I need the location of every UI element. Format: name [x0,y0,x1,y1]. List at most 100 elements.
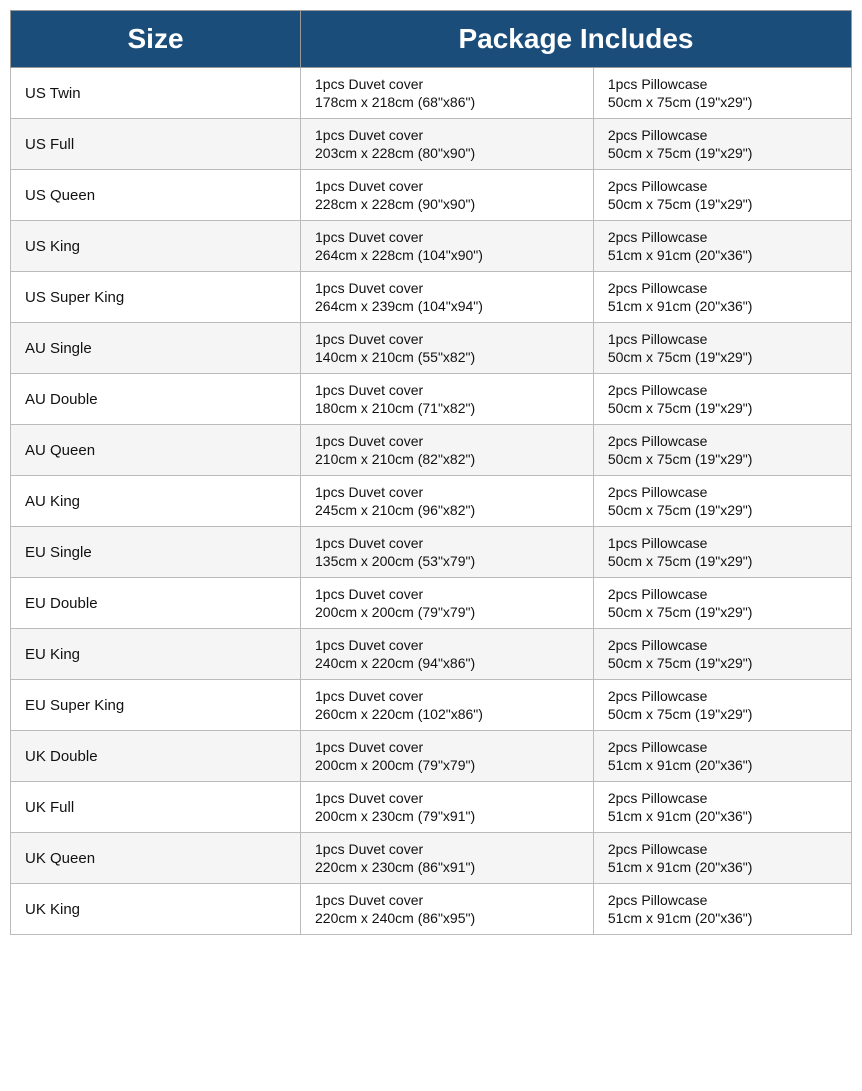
duvet-cell: 1pcs Duvet cover 260cm x 220cm (102"x86") [301,680,594,731]
pillow-size: 50cm x 75cm (19"x29") [608,502,837,518]
size-cell: AU Single [11,323,301,374]
duvet-cell: 1pcs Duvet cover 220cm x 240cm (86"x95") [301,884,594,935]
duvet-label: 1pcs Duvet cover [315,637,579,653]
duvet-cell: 1pcs Duvet cover 200cm x 200cm (79"x79") [301,731,594,782]
pillow-cell: 2pcs Pillowcase 50cm x 75cm (19"x29") [593,119,851,170]
duvet-size: 140cm x 210cm (55"x82") [315,349,579,365]
pillow-label: 2pcs Pillowcase [608,127,837,143]
duvet-size: 220cm x 230cm (86"x91") [315,859,579,875]
pillow-label: 2pcs Pillowcase [608,586,837,602]
duvet-label: 1pcs Duvet cover [315,892,579,908]
pillow-cell: 2pcs Pillowcase51cm x 91cm (20"x36") [593,833,851,884]
duvet-label: 1pcs Duvet cover [315,127,579,143]
duvet-label: 1pcs Duvet cover [315,841,579,857]
pillow-size: 51cm x 91cm (20"x36") [608,859,837,875]
duvet-size: 228cm x 228cm (90"x90") [315,196,579,212]
pillow-label: 1pcs Pillowcase [608,535,837,551]
duvet-size: 240cm x 220cm (94"x86") [315,655,579,671]
duvet-label: 1pcs Duvet cover [315,484,579,500]
pillow-size: 50cm x 75cm (19"x29") [608,706,837,722]
duvet-size: 220cm x 240cm (86"x95") [315,910,579,926]
size-cell: US Full [11,119,301,170]
pillow-label: 2pcs Pillowcase [608,637,837,653]
pillow-size: 51cm x 91cm (20"x36") [608,757,837,773]
duvet-size: 245cm x 210cm (96"x82") [315,502,579,518]
duvet-cell: 1pcs Duvet cover140cm x 210cm (55"x82") [301,323,594,374]
size-cell: EU King [11,629,301,680]
header-size: Size [11,11,301,68]
pillow-size: 50cm x 75cm (19"x29") [608,94,837,110]
duvet-cell: 1pcs Duvet cover 245cm x 210cm (96"x82") [301,476,594,527]
table-container: Size Package Includes US Twin1pcs Duvet … [10,10,852,935]
duvet-label: 1pcs Duvet cover [315,229,579,245]
duvet-label: 1pcs Duvet cover [315,739,579,755]
pillow-cell: 2pcs Pillowcase 51cm x 91cm (20"x36") [593,272,851,323]
duvet-size: 264cm x 228cm (104"x90") [315,247,579,263]
pillow-size: 51cm x 91cm (20"x36") [608,298,837,314]
pillow-cell: 2pcs Pillowcase 50cm x 75cm (19"x29") [593,680,851,731]
size-cell: AU Double [11,374,301,425]
table-row: US Twin1pcs Duvet cover178cm x 218cm (68… [11,68,852,119]
pillow-label: 1pcs Pillowcase [608,331,837,347]
size-cell: EU Super King [11,680,301,731]
duvet-label: 1pcs Duvet cover [315,178,579,194]
pillow-size: 51cm x 91cm (20"x36") [608,808,837,824]
table-row: EU Double1pcs Duvet cover200cm x 200cm (… [11,578,852,629]
duvet-size: 260cm x 220cm (102"x86") [315,706,579,722]
table-row: UK King 1pcs Duvet cover 220cm x 240cm (86… [11,884,852,935]
pillow-cell: 1pcs Pillowcase 50cm x 75cm (19"x29") [593,527,851,578]
table-row: EU King 1pcs Duvet cover 240cm x 220cm (94… [11,629,852,680]
duvet-label: 1pcs Duvet cover [315,790,579,806]
pillow-label: 2pcs Pillowcase [608,382,837,398]
duvet-cell: 1pcs Duvet cover200cm x 200cm (79"x79") [301,578,594,629]
header-package: Package Includes [301,11,852,68]
table-row: US Full 1pcs Duvet cover 203cm x 228cm (80… [11,119,852,170]
pillow-label: 2pcs Pillowcase [608,229,837,245]
duvet-size: 200cm x 200cm (79"x79") [315,757,579,773]
table-row: AU Queen1pcs Duvet cover210cm x 210cm (8… [11,425,852,476]
pillow-size: 50cm x 75cm (19"x29") [608,451,837,467]
duvet-cell: 1pcs Duvet cover 264cm x 228cm (104"x90") [301,221,594,272]
duvet-cell: 1pcs Duvet cover264cm x 239cm (104"x94") [301,272,594,323]
size-cell: UK King [11,884,301,935]
duvet-label: 1pcs Duvet cover [315,586,579,602]
pillow-size: 50cm x 75cm (19"x29") [608,655,837,671]
duvet-size: 180cm x 210cm (71"x82") [315,400,579,416]
pillow-label: 2pcs Pillowcase [608,280,837,296]
size-cell: EU Single [11,527,301,578]
duvet-cell: 1pcs Duvet cover 228cm x 228cm (90"x90") [301,170,594,221]
pillow-cell: 2pcs Pillowcase50cm x 75cm (19"x29") [593,476,851,527]
pillow-size: 50cm x 75cm (19"x29") [608,400,837,416]
pillow-cell: 2pcs Pillowcase51cm x 91cm (20"x36") [593,731,851,782]
pillow-cell: 2pcs Pillowcase50cm x 75cm (19"x29") [593,170,851,221]
pillow-cell: 1pcs Pillowcase 50cm x 75cm (19"x29") [593,68,851,119]
pillow-label: 2pcs Pillowcase [608,790,837,806]
pillow-cell: 2pcs Pillowcase51cm x 91cm (20"x36") [593,884,851,935]
header-row: Size Package Includes [11,11,852,68]
size-cell: UK Queen [11,833,301,884]
table-row: UK Queen 1pcs Duvet cover 220cm x 230cm (8… [11,833,852,884]
table-row: AU Double1pcs Duvet cover180cm x 210cm (… [11,374,852,425]
duvet-size: 200cm x 230cm (79"x91") [315,808,579,824]
duvet-size: 203cm x 228cm (80"x90") [315,145,579,161]
duvet-label: 1pcs Duvet cover [315,280,579,296]
pillow-size: 51cm x 91cm (20"x36") [608,247,837,263]
duvet-label: 1pcs Duvet cover [315,688,579,704]
table-row: UK Double 1pcs Duvet cover 200cm x 200cm (… [11,731,852,782]
size-cell: US Twin [11,68,301,119]
pillow-size: 50cm x 75cm (19"x29") [608,553,837,569]
pillow-label: 2pcs Pillowcase [608,178,837,194]
pillow-label: 2pcs Pillowcase [608,688,837,704]
duvet-cell: 1pcs Duvet cover178cm x 218cm (68"x86") [301,68,594,119]
size-cell: US Super King [11,272,301,323]
pillow-size: 50cm x 75cm (19"x29") [608,145,837,161]
table-row: EU Single1pcs Duvet cover135cm x 200cm (… [11,527,852,578]
duvet-cell: 1pcs Duvet cover135cm x 200cm (53"x79") [301,527,594,578]
duvet-size: 178cm x 218cm (68"x86") [315,94,579,110]
size-cell: UK Double [11,731,301,782]
pillow-label: 2pcs Pillowcase [608,433,837,449]
size-cell: UK Full [11,782,301,833]
pillow-label: 1pcs Pillowcase [608,76,837,92]
size-cell: EU Double [11,578,301,629]
table-row: EU Super King 1pcs Duvet cover 260cm x 220… [11,680,852,731]
